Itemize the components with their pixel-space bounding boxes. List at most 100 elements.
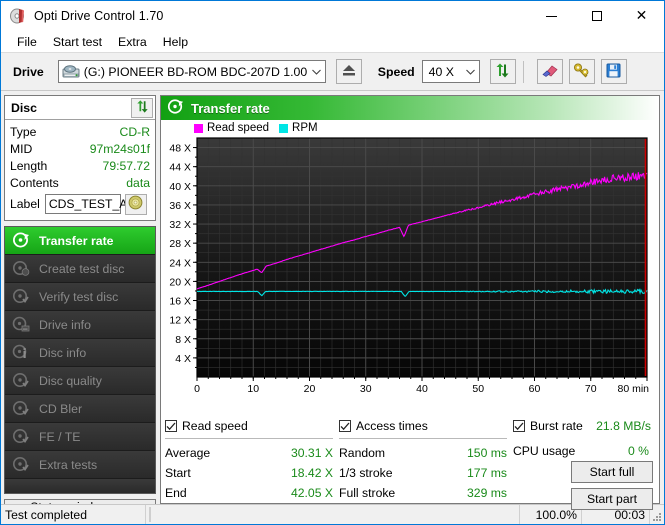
erase-button[interactable] <box>536 59 563 84</box>
sidebar-item-label: Create test disc <box>39 261 125 276</box>
sidebar-item-extra-tests[interactable]: Extra tests <box>5 451 155 479</box>
cd-bler-icon <box>12 399 32 419</box>
stat-value: 30.31 X <box>290 446 333 460</box>
svg-text:20 X: 20 X <box>169 276 191 288</box>
app-disc-icon <box>9 7 27 25</box>
close-button[interactable]: ✕ <box>619 1 664 31</box>
fe-te-icon <box>12 427 32 447</box>
transfer-rate-icon <box>12 231 32 251</box>
access-times-stats: Access times Random 150 ms 1/3 stroke 17… <box>339 417 513 503</box>
access-times-checkbox[interactable] <box>339 420 351 432</box>
stat-value: 18.42 X <box>290 466 333 480</box>
status-message: Test completed <box>1 505 146 524</box>
disc-row-contents: Contents data <box>10 174 150 191</box>
legend-read-speed: Read speed <box>194 122 269 134</box>
speed-select[interactable]: 40 X <box>421 60 480 83</box>
sidebar-item-drive-info[interactable]: Drive info <box>5 311 155 339</box>
sidebar-item-label: Transfer rate <box>39 233 114 248</box>
save-button[interactable] <box>600 59 627 84</box>
start-full-button[interactable]: Start full <box>571 461 653 483</box>
disc-panel: Disc Type CD-R MID 97m24s01f Length 79:5… <box>4 95 156 221</box>
menu-start-test[interactable]: Start test <box>45 33 110 51</box>
sidebar-item-label: Drive info <box>39 317 91 332</box>
sidebar-item-disc-quality[interactable]: Disc quality <box>5 367 155 395</box>
tools-button[interactable] <box>568 59 595 84</box>
stat-value: 150 ms <box>467 446 507 460</box>
sidebar-item-disc-info[interactable]: Disc info <box>5 339 155 367</box>
disc-value: CD-R <box>119 124 150 139</box>
disc-value: data <box>126 175 150 190</box>
progress-track <box>149 507 151 522</box>
svg-text:24 X: 24 X <box>169 257 191 269</box>
svg-text:8 X: 8 X <box>175 334 191 346</box>
burst-rate-label: Burst rate <box>530 419 583 433</box>
divider <box>165 438 333 439</box>
eject-button[interactable] <box>335 59 362 84</box>
access-times-checkbox-row[interactable]: Access times <box>339 417 513 435</box>
read-speed-checkbox-row[interactable]: Read speed <box>165 417 339 435</box>
sidebar-item-fe-te[interactable]: FE / TE <box>5 423 155 451</box>
transfer-rate-panel: Transfer rate Read speed RPM 4 X 8 X 12 X 1… <box>160 95 660 510</box>
start-part-button[interactable]: Start part <box>571 488 653 510</box>
menu-help[interactable]: Help <box>155 33 196 51</box>
svg-text:50: 50 <box>472 383 484 395</box>
maximize-button[interactable] <box>574 1 619 31</box>
sidebar-item-verify-test-disc[interactable]: Verify test disc <box>5 283 155 311</box>
main-body: Disc Type CD-R MID 97m24s01f Length 79:5… <box>1 91 664 515</box>
stat-value: 42.05 X <box>290 486 333 500</box>
content-pane: Transfer rate Read speed RPM 4 X 8 X 12 X 1… <box>159 91 664 510</box>
svg-text:4 X: 4 X <box>175 353 191 365</box>
svg-text:40 X: 40 X <box>169 181 191 193</box>
menu-file[interactable]: File <box>9 33 45 51</box>
legend-swatch-read-speed <box>194 123 203 133</box>
stat-row-start: Start 18.42 X <box>165 463 339 483</box>
statistics-panel: Read speed Average 30.31 X Start 18.42 X <box>161 411 659 510</box>
read-speed-stats: Read speed Average 30.31 X Start 18.42 X <box>165 417 339 503</box>
refresh-button[interactable] <box>489 59 516 84</box>
sidebar-item-label: FE / TE <box>39 429 81 444</box>
sidebar-item-cd-bler[interactable]: CD Bler <box>5 395 155 423</box>
sidebar: Disc Type CD-R MID 97m24s01f Length 79:5… <box>1 91 159 515</box>
menu-extra[interactable]: Extra <box>110 33 155 51</box>
disc-label-row: Label CDS_TEST_A2 <box>10 192 150 216</box>
disc-label-button[interactable] <box>124 193 147 215</box>
speed-label: Speed <box>377 64 415 79</box>
stat-value: 0 % <box>627 444 649 458</box>
sidebar-item-create-test-disc[interactable]: Create test disc <box>5 255 155 283</box>
svg-text:30: 30 <box>360 383 372 395</box>
eject-icon <box>341 63 357 80</box>
resize-grip[interactable] <box>650 505 664 524</box>
disc-label-input[interactable]: CDS_TEST_A2 <box>44 194 134 214</box>
burst-rate-checkbox-row[interactable]: Burst rate 21.8 MB/s <box>513 417 655 435</box>
access-times-label: Access times <box>356 419 428 433</box>
disc-icon <box>128 195 143 213</box>
sidebar-item-label: Extra tests <box>39 457 98 472</box>
sidebar-item-transfer-rate[interactable]: Transfer rate <box>5 227 155 255</box>
stat-key: Average <box>165 446 211 460</box>
burst-rate-checkbox[interactable] <box>513 420 525 432</box>
legend-label: RPM <box>292 122 318 134</box>
legend-swatch-rpm <box>279 123 289 133</box>
erase-icon <box>541 63 559 80</box>
save-icon <box>606 63 621 81</box>
nav-list-filler <box>5 479 155 493</box>
legend-label: Read speed <box>207 122 270 134</box>
disc-refresh-button[interactable] <box>131 97 153 118</box>
tools-icon <box>573 62 591 81</box>
transfer-rate-chart[interactable]: 4 X 8 X 12 X 16 X 20 X 24 X 28 X 32 X 36 X 40 X 44… <box>161 136 655 401</box>
panel-title: Transfer rate <box>191 100 270 116</box>
chevron-down-icon <box>308 61 325 82</box>
window-controls: ✕ <box>529 1 664 31</box>
disc-key: Type <box>10 124 37 139</box>
refresh-icon <box>135 99 150 116</box>
drive-select[interactable]: (G:) PIONEER BD-ROM BDC-207D 1.00 <box>57 60 326 83</box>
stat-key: Random <box>339 446 386 460</box>
stat-row-average: Average 30.31 X <box>165 443 339 463</box>
sidebar-item-label: Disc quality <box>39 373 102 388</box>
read-speed-checkbox[interactable] <box>165 420 177 432</box>
svg-text:80 min: 80 min <box>617 383 649 395</box>
disc-key: Length <box>10 158 48 173</box>
minimize-button[interactable] <box>529 1 574 31</box>
svg-text:16 X: 16 X <box>169 296 191 308</box>
app-window: Opti Drive Control 1.70 ✕ File Start tes… <box>0 0 665 525</box>
